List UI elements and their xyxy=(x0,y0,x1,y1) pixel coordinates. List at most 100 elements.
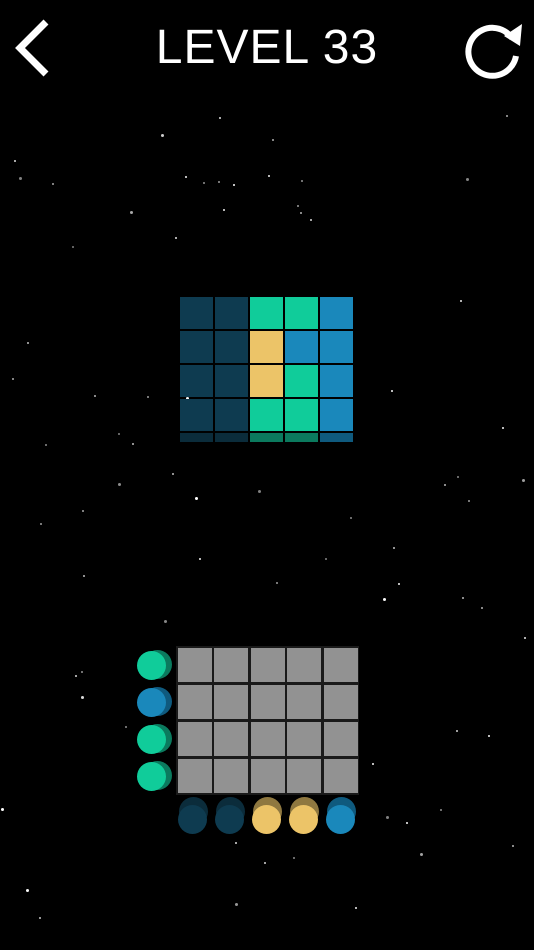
star xyxy=(19,177,22,180)
target-cell xyxy=(180,331,213,363)
star xyxy=(300,212,302,214)
board-cell[interactable] xyxy=(323,685,358,719)
star xyxy=(468,500,470,502)
star xyxy=(26,889,29,892)
board-cell[interactable] xyxy=(287,722,322,756)
star xyxy=(398,583,400,585)
star xyxy=(45,444,47,446)
column-color-dot[interactable] xyxy=(326,805,355,834)
star xyxy=(81,696,84,699)
star xyxy=(383,598,386,601)
target-pattern xyxy=(180,297,355,433)
star xyxy=(325,558,327,560)
star xyxy=(218,181,220,183)
star xyxy=(94,395,96,397)
star xyxy=(310,219,312,221)
star xyxy=(75,675,77,677)
star xyxy=(185,176,187,178)
star xyxy=(456,730,458,732)
target-pattern-shadow xyxy=(180,433,355,442)
board-cell[interactable] xyxy=(178,759,212,793)
target-cell xyxy=(180,365,213,397)
star xyxy=(502,427,504,429)
star xyxy=(466,178,469,181)
board-cell[interactable] xyxy=(287,685,322,719)
board-cell[interactable] xyxy=(214,759,249,793)
column-color-dot[interactable] xyxy=(178,805,207,834)
play-board xyxy=(176,646,359,795)
target-cell xyxy=(320,297,353,329)
star xyxy=(12,378,14,380)
star xyxy=(355,907,357,909)
board-cell[interactable] xyxy=(178,685,212,719)
star xyxy=(130,211,133,214)
board-cell[interactable] xyxy=(250,759,285,793)
star xyxy=(293,857,295,859)
target-cell xyxy=(250,331,283,363)
star xyxy=(393,547,395,549)
board-cell[interactable] xyxy=(323,722,358,756)
row-color-dot[interactable] xyxy=(137,762,166,791)
board-cell[interactable] xyxy=(214,685,249,719)
board-cell[interactable] xyxy=(250,722,285,756)
target-cell-shadow xyxy=(180,433,213,442)
row-color-dot[interactable] xyxy=(137,725,166,754)
star xyxy=(350,517,352,519)
star xyxy=(506,115,508,117)
star xyxy=(444,484,446,486)
star xyxy=(195,497,198,500)
target-cell xyxy=(180,297,213,329)
star xyxy=(488,735,490,737)
board-cell[interactable] xyxy=(250,685,285,719)
row-color-dot[interactable] xyxy=(137,688,166,717)
star xyxy=(440,809,442,811)
board-cell[interactable] xyxy=(250,648,285,682)
board-cell[interactable] xyxy=(178,648,212,682)
board-cell[interactable] xyxy=(287,648,322,682)
board-cell[interactable] xyxy=(323,648,358,682)
target-cell-shadow xyxy=(215,433,248,442)
target-cell xyxy=(320,399,353,431)
game-screen: LEVEL 33 xyxy=(0,0,534,950)
restart-button[interactable] xyxy=(460,16,528,84)
column-color-dot[interactable] xyxy=(252,805,281,834)
star xyxy=(72,246,74,248)
top-bar: LEVEL 33 xyxy=(0,0,534,100)
target-cell xyxy=(215,331,248,363)
target-cell xyxy=(320,365,353,397)
board-cell[interactable] xyxy=(214,648,249,682)
target-cell xyxy=(250,399,283,431)
star xyxy=(40,523,42,525)
star xyxy=(386,816,389,819)
restart-icon xyxy=(465,24,522,79)
star xyxy=(406,822,408,824)
star xyxy=(233,184,235,186)
star xyxy=(14,160,16,162)
star xyxy=(268,175,270,177)
star xyxy=(457,476,459,478)
target-cell xyxy=(285,365,318,397)
column-color-dot[interactable] xyxy=(215,805,244,834)
board-cell[interactable] xyxy=(323,759,358,793)
star xyxy=(203,182,205,184)
star xyxy=(462,597,464,599)
star xyxy=(512,845,514,847)
star xyxy=(301,180,303,182)
board-cell[interactable] xyxy=(214,722,249,756)
star xyxy=(132,443,134,445)
board-cell[interactable] xyxy=(178,722,212,756)
star xyxy=(82,510,84,512)
star xyxy=(276,582,278,584)
star xyxy=(39,917,41,919)
star xyxy=(118,433,120,435)
target-cell-shadow xyxy=(320,433,353,442)
target-cell xyxy=(215,297,248,329)
row-color-dot[interactable] xyxy=(137,651,166,680)
column-color-dot[interactable] xyxy=(289,805,318,834)
target-cell xyxy=(180,399,213,431)
board-cell[interactable] xyxy=(287,759,322,793)
star xyxy=(118,483,121,486)
star xyxy=(391,390,393,392)
star xyxy=(235,842,237,844)
target-cell-shadow xyxy=(285,433,318,442)
